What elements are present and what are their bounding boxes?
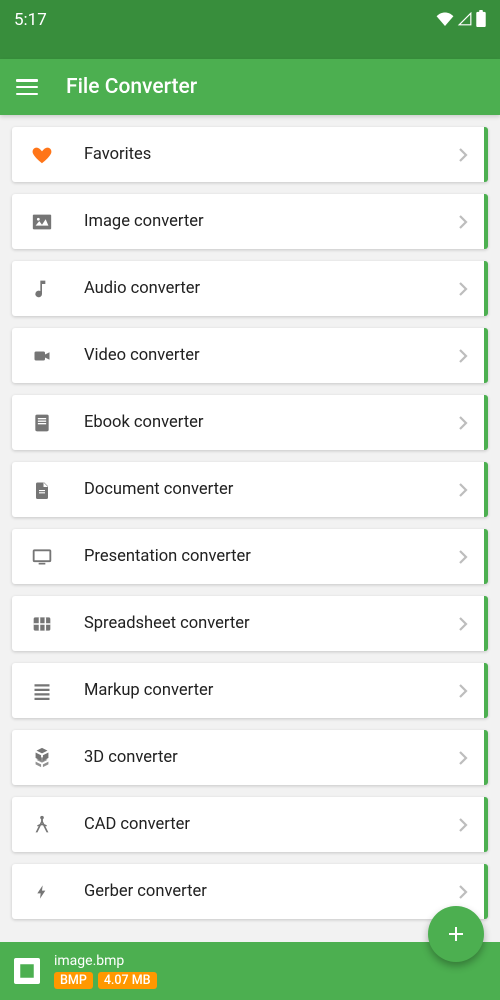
file-icon	[28, 479, 56, 501]
app-bar: File Converter	[0, 59, 500, 115]
chevron-right-icon	[458, 884, 468, 900]
category-markup[interactable]: Markup converter	[12, 663, 488, 718]
app-title: File Converter	[66, 75, 197, 99]
signal-icon	[457, 12, 473, 26]
compass-icon	[28, 814, 56, 836]
chevron-right-icon	[458, 415, 468, 431]
category-label: Video converter	[84, 346, 458, 365]
image-icon	[28, 211, 56, 233]
category-label: Audio converter	[84, 279, 458, 298]
chevron-right-icon	[458, 214, 468, 230]
category-label: Favorites	[84, 145, 458, 164]
job-filename: image.bmp	[54, 953, 157, 969]
heart-icon	[28, 144, 56, 166]
chevron-right-icon	[458, 750, 468, 766]
chevron-right-icon	[458, 817, 468, 833]
job-info: image.bmp BMP 4.07 MB	[54, 953, 157, 989]
chevron-right-icon	[458, 482, 468, 498]
chevron-right-icon	[458, 549, 468, 565]
lines-icon	[28, 682, 56, 700]
category-favorites[interactable]: Favorites	[12, 127, 488, 182]
category-presentation[interactable]: Presentation converter	[12, 529, 488, 584]
music-note-icon	[28, 278, 56, 300]
job-format-badge: BMP	[54, 972, 93, 989]
category-label: Document converter	[84, 480, 458, 499]
category-label: Spreadsheet converter	[84, 614, 458, 633]
category-3d[interactable]: 3D converter	[12, 730, 488, 785]
image-icon	[18, 962, 36, 980]
category-video[interactable]: Video converter	[12, 328, 488, 383]
menu-button[interactable]	[16, 79, 38, 95]
add-file-fab[interactable]	[428, 906, 484, 962]
category-label: 3D converter	[84, 748, 458, 767]
current-job-bar[interactable]: image.bmp BMP 4.07 MB	[0, 942, 500, 1000]
status-bar: 5:17	[0, 0, 500, 59]
category-label: Ebook converter	[84, 413, 458, 432]
category-document[interactable]: Document converter	[12, 462, 488, 517]
videocam-icon	[28, 347, 56, 365]
category-list: Favorites Image converter Audio converter V…	[0, 115, 500, 1000]
category-image[interactable]: Image converter	[12, 194, 488, 249]
category-audio[interactable]: Audio converter	[12, 261, 488, 316]
book-icon	[28, 412, 56, 434]
category-label: Markup converter	[84, 681, 458, 700]
chevron-right-icon	[458, 281, 468, 297]
chevron-right-icon	[458, 683, 468, 699]
status-time: 5:17	[14, 10, 47, 30]
category-cad[interactable]: CAD converter	[12, 797, 488, 852]
job-thumbnail	[14, 958, 40, 984]
category-ebook[interactable]: Ebook converter	[12, 395, 488, 450]
category-label: Image converter	[84, 212, 458, 231]
monitor-icon	[28, 547, 56, 567]
category-spreadsheet[interactable]: Spreadsheet converter	[12, 596, 488, 651]
wifi-icon	[436, 12, 454, 26]
category-label: Gerber converter	[84, 882, 458, 901]
chevron-right-icon	[458, 147, 468, 163]
category-gerber[interactable]: Gerber converter	[12, 864, 488, 919]
plus-icon	[444, 922, 468, 946]
job-size-badge: 4.07 MB	[98, 972, 157, 989]
battery-icon	[476, 10, 486, 27]
grid-icon	[28, 614, 56, 634]
chevron-right-icon	[458, 348, 468, 364]
3d-icon	[28, 747, 56, 769]
status-icons	[436, 10, 486, 27]
category-label: Presentation converter	[84, 547, 458, 566]
chevron-right-icon	[458, 616, 468, 632]
bolt-icon	[28, 881, 56, 903]
category-label: CAD converter	[84, 815, 458, 834]
